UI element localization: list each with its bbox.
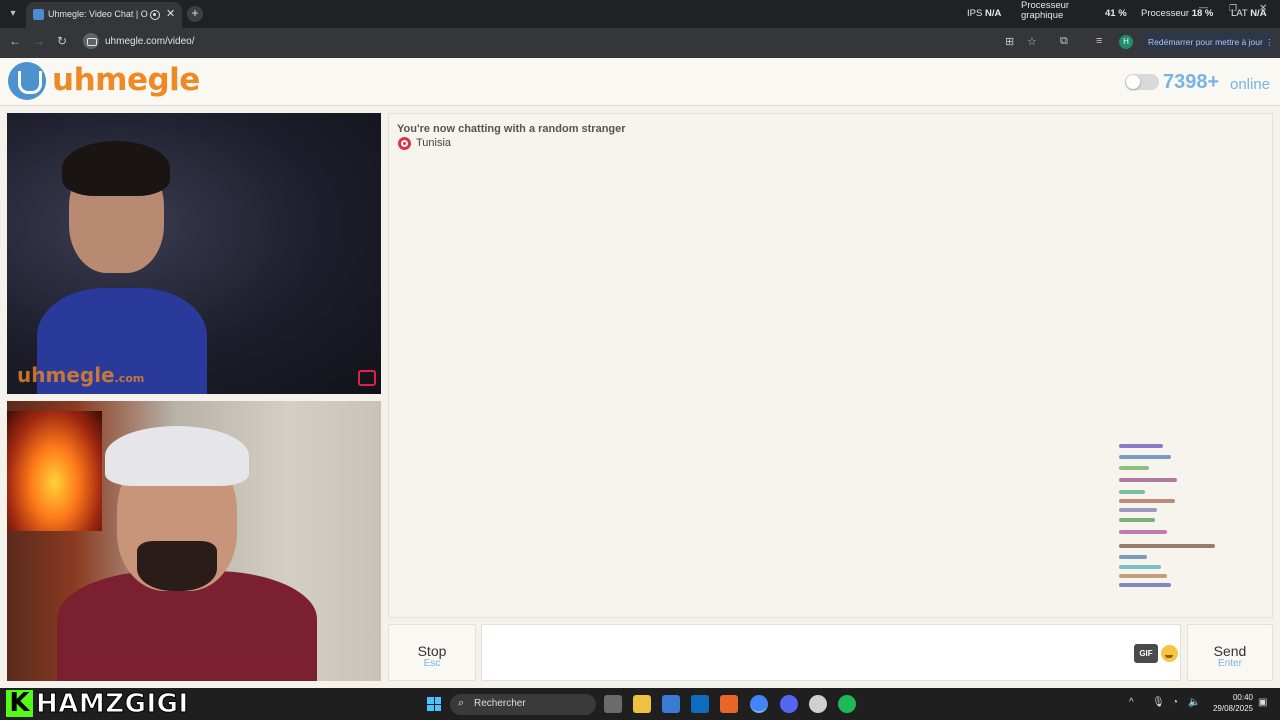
search-placeholder: Rechercher <box>474 698 526 709</box>
report-icon[interactable] <box>358 370 376 386</box>
uhmegle-watermark: uhmegle.com <box>17 363 145 387</box>
system-clock[interactable]: 00:40 29/08/2025 <box>1209 692 1253 714</box>
emoji-icon[interactable] <box>1161 645 1178 662</box>
stranger-video: uhmegle.com <box>7 113 381 394</box>
overlay-gpu-label: Processeur graphique <box>1021 0 1070 21</box>
app-a-icon[interactable] <box>720 695 738 713</box>
windows-taskbar: K HAMZGIGI ⌕ Rechercher ^ 🎙 ◔ 🔈 00:40 29… <box>0 688 1280 720</box>
online-count: 7398+ <box>1163 71 1220 93</box>
stream-chat-line <box>1119 530 1167 534</box>
stream-chat-line <box>1119 518 1155 522</box>
clock-date: 29/08/2025 <box>1212 704 1253 713</box>
logo-wordmark: uhmegle <box>52 62 200 98</box>
send-label: Send <box>1213 643 1247 659</box>
message-input[interactable]: GIF <box>481 624 1181 681</box>
media-controls-icon[interactable]: ≡ <box>1096 35 1102 47</box>
stream-chat-line <box>1119 444 1163 448</box>
profile-avatar[interactable]: H <box>1119 35 1133 49</box>
self-video <box>7 401 381 681</box>
minimize-icon[interactable]: — <box>1199 2 1208 12</box>
search-icon: ⌕ <box>458 697 465 709</box>
kick-logo-icon: K <box>6 690 33 717</box>
stranger-country: Tunisia <box>416 137 452 149</box>
stream-chat-overlay <box>1119 444 1229 594</box>
browser-toolbar: ← → ↻ uhmegle.com/video/ ⊞ ☆ ⧉ ≡ H Redém… <box>0 28 1280 58</box>
reload-icon[interactable]: ↻ <box>57 34 67 48</box>
spotify-icon[interactable] <box>838 695 856 713</box>
uhmegle-page: uhmegle 7398+ online uhmegle.com You're … <box>0 58 1280 688</box>
overlay-ips: IPS N/A <box>967 8 1002 19</box>
task-view-icon[interactable] <box>604 695 622 713</box>
bookmark-star-icon[interactable]: ☆ <box>1027 35 1037 48</box>
stream-chat-line <box>1119 508 1157 512</box>
stop-hint: Esc <box>423 658 441 669</box>
forward-arrow-icon[interactable]: → <box>33 34 45 48</box>
microphone-icon[interactable]: 🎙 <box>1152 697 1165 708</box>
back-arrow-icon[interactable]: ← <box>9 34 21 48</box>
stream-chat-line <box>1119 490 1145 494</box>
stream-chat-line <box>1119 583 1171 587</box>
file-explorer-icon[interactable] <box>633 695 651 713</box>
tab-title: Uhmegle: Video Chat | Ome <box>48 9 148 19</box>
theme-toggle[interactable] <box>1125 74 1159 90</box>
browser-tab-uhmegle[interactable]: Uhmegle: Video Chat | Ome ✕ <box>26 2 182 28</box>
maximize-icon[interactable]: ❐ <box>1229 3 1237 14</box>
overlay-gpu-value: 41 % <box>1105 8 1127 19</box>
stream-chat-line <box>1119 466 1149 470</box>
tab-close-icon[interactable]: ✕ <box>166 7 175 20</box>
wifi-icon[interactable]: ◔ <box>1172 697 1178 708</box>
extensions-icon[interactable]: ⧉ <box>1060 35 1068 48</box>
window-close-icon[interactable]: ✕ <box>1259 3 1267 14</box>
address-bar[interactable]: uhmegle.com/video/ <box>105 36 195 47</box>
tray-chevron-icon[interactable]: ^ <box>1129 697 1134 708</box>
chat-status-message: You're now chatting with a random strang… <box>397 123 626 135</box>
uhmegle-favicon-icon <box>33 9 44 20</box>
new-tab-button[interactable]: + <box>187 6 203 22</box>
store-icon[interactable] <box>662 695 680 713</box>
fireplace-background <box>7 411 102 531</box>
restart-label: Redémarrer pour mettre à jour <box>1148 37 1263 47</box>
app-circle-icon[interactable] <box>809 695 827 713</box>
self-beard <box>137 541 217 591</box>
translate-icon[interactable]: ⊞ <box>1005 35 1014 48</box>
volume-icon[interactable]: 🔈 <box>1188 697 1200 708</box>
stream-chat-line <box>1119 565 1161 569</box>
site-info-icon[interactable] <box>83 33 99 49</box>
stream-chat-line <box>1119 574 1167 578</box>
stranger-hair <box>62 141 170 196</box>
stop-label: Stop <box>417 643 447 659</box>
tunisia-flag-icon <box>398 137 411 150</box>
recording-indicator-icon <box>150 10 160 20</box>
stream-chat-line <box>1119 544 1215 548</box>
headphones <box>105 426 249 486</box>
tab-list-chevron-icon[interactable]: ▾ <box>4 5 22 23</box>
chat-log: You're now chatting with a random strang… <box>388 113 1273 618</box>
gif-button[interactable]: GIF <box>1134 644 1158 663</box>
clock-time: 00:40 <box>1232 693 1253 702</box>
outlook-icon[interactable] <box>691 695 709 713</box>
more-menu-icon: ⋮ <box>1265 37 1274 47</box>
stream-chat-line <box>1119 499 1175 503</box>
notifications-icon[interactable]: ▣ <box>1258 697 1267 708</box>
stop-button[interactable]: Stop Esc <box>388 624 476 681</box>
windows-start-icon[interactable] <box>427 697 441 711</box>
site-header: uhmegle 7398+ online <box>0 58 1280 106</box>
discord-icon[interactable] <box>780 695 798 713</box>
stream-chat-line <box>1119 478 1177 482</box>
online-label: online <box>1230 76 1271 93</box>
browser-tab-bar: ▾ Uhmegle: Video Chat | Ome ✕ + IPS N/A … <box>0 0 1280 28</box>
chrome-icon[interactable] <box>750 695 768 713</box>
stream-chat-line <box>1119 455 1171 459</box>
uhmegle-logo-icon <box>8 62 46 100</box>
streamer-name: HAMZGIGI <box>36 689 189 720</box>
send-hint: Enter <box>1218 658 1242 669</box>
taskbar-search[interactable]: ⌕ Rechercher <box>450 694 596 715</box>
send-button[interactable]: Send Enter <box>1187 624 1273 681</box>
stream-chat-line <box>1119 555 1147 559</box>
restart-to-update-button[interactable]: Redémarrer pour mettre à jour ⋮ <box>1140 32 1275 52</box>
